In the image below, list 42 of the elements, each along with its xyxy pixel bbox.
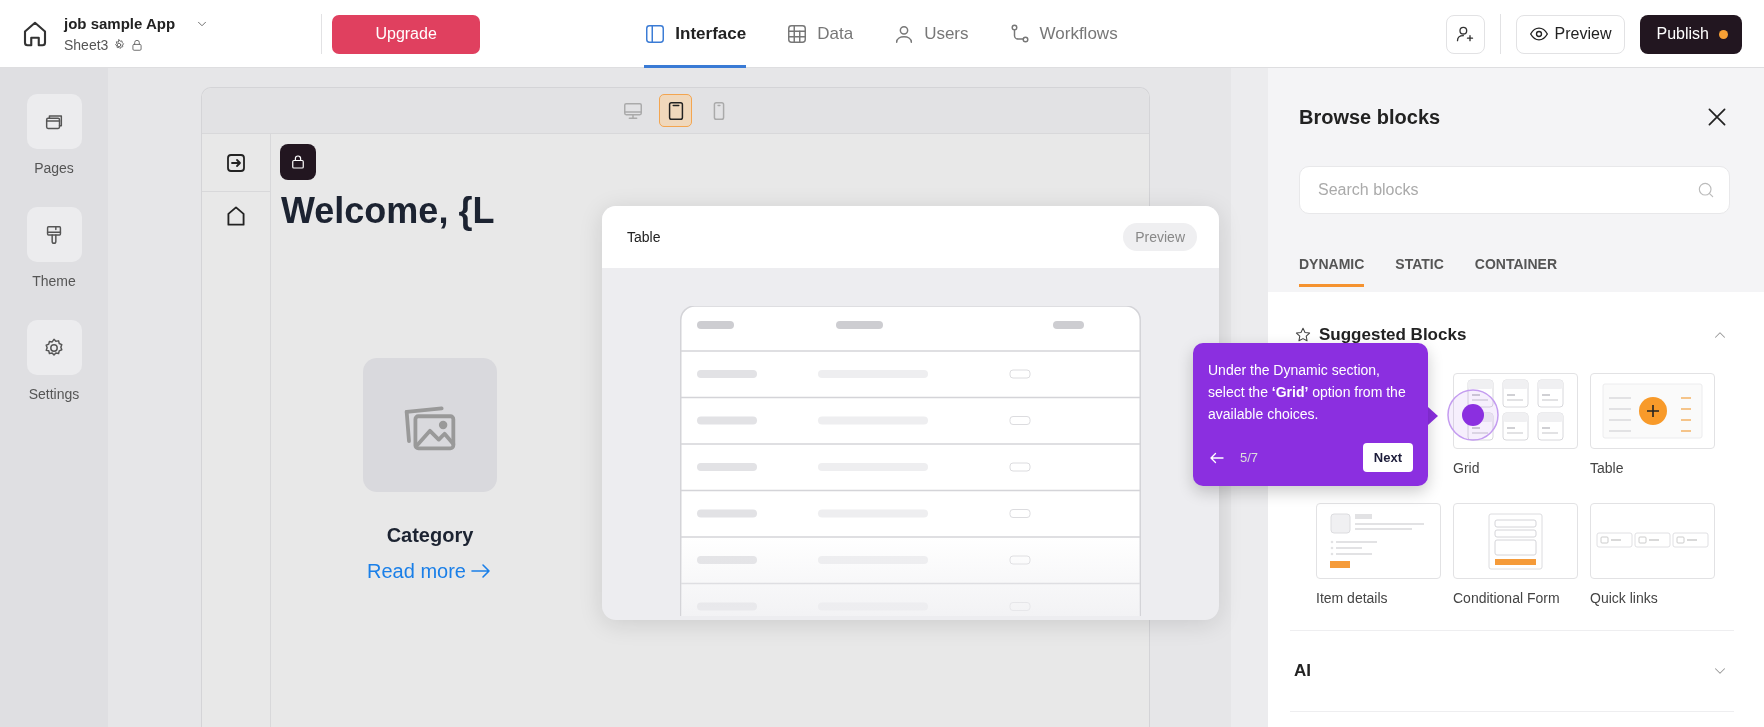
rail-label: Settings xyxy=(28,386,80,402)
block-tab[interactable]: STATIC xyxy=(1395,256,1444,287)
nav-tab[interactable]: Data xyxy=(786,3,854,68)
lock-badge[interactable] xyxy=(280,144,316,180)
welcome-heading: Welcome, {L xyxy=(280,190,496,232)
gear-icon xyxy=(112,38,127,52)
beacon-icon xyxy=(1447,389,1499,441)
upgrade-button[interactable]: Upgrade xyxy=(332,14,481,54)
publish-button[interactable]: Publish xyxy=(1639,14,1742,54)
nav-tab[interactable]: Workflows xyxy=(1008,3,1118,68)
card-title: Table xyxy=(627,229,661,245)
add-user-icon xyxy=(1455,24,1476,44)
invite-user-button[interactable] xyxy=(1445,14,1485,54)
section-title[interactable]: AI xyxy=(1294,661,1311,681)
rail-label: Theme xyxy=(32,273,76,289)
star-icon xyxy=(1294,326,1312,344)
lock-icon xyxy=(289,153,307,171)
branch-icon xyxy=(1008,23,1031,45)
preview-button[interactable]: Preview xyxy=(1515,14,1625,54)
tour-text: Under the Dynamic section, select the ‘Grid’ option from the available choices. xyxy=(1208,361,1407,424)
rail-button[interactable] xyxy=(26,207,82,262)
sidebar-layout-icon xyxy=(644,23,667,45)
step-counter: 5/7 xyxy=(1240,450,1260,465)
search-icon xyxy=(1696,180,1716,200)
lock-icon xyxy=(130,38,145,52)
nav-tab[interactable]: Users xyxy=(893,3,969,68)
table-icon xyxy=(786,23,809,45)
rail-button[interactable] xyxy=(26,320,82,375)
block-tab[interactable]: DYNAMIC xyxy=(1299,256,1365,287)
panel-title: Browse blocks xyxy=(1299,105,1441,129)
rail-button[interactable] xyxy=(26,94,82,149)
nav-tab[interactable]: Interface xyxy=(644,3,747,68)
rail-label: Pages xyxy=(34,160,74,176)
section-title[interactable]: Suggested Blocks xyxy=(1319,325,1467,345)
category-title: Category xyxy=(386,524,474,547)
block-tab[interactable]: CONTAINER xyxy=(1474,256,1557,287)
sheet-name: Sheet3 xyxy=(64,37,109,53)
next-button[interactable]: Next xyxy=(1362,443,1413,472)
settings-icon xyxy=(43,336,65,359)
app-name[interactable]: job sample App xyxy=(64,15,176,32)
search-field[interactable]: Search blocks xyxy=(1299,166,1730,214)
device-toggle[interactable] xyxy=(659,94,692,127)
